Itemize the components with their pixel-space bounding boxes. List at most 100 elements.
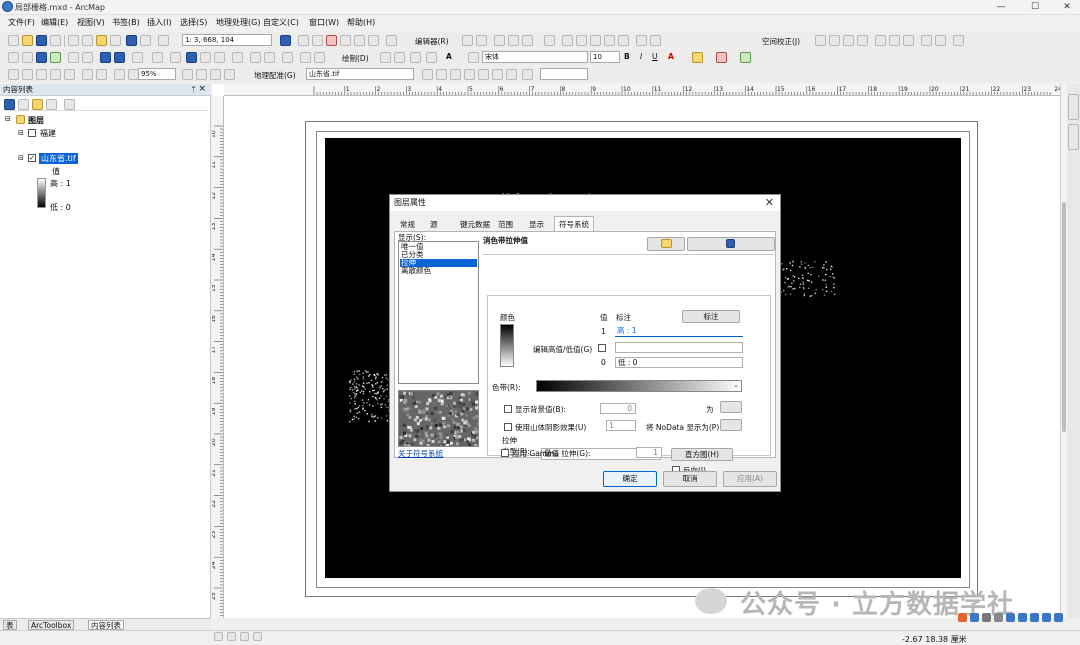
layer1-name[interactable]: 福建: [40, 128, 56, 139]
toc-close-icon[interactable]: ×: [198, 84, 206, 94]
nodata-color-picker[interactable]: [720, 419, 742, 431]
tab-table[interactable]: 表: [3, 620, 17, 630]
html-popup-icon[interactable]: [214, 52, 225, 63]
background-value-input[interactable]: 0: [600, 403, 636, 414]
layer2-name[interactable]: 山东省.tif: [39, 153, 78, 164]
change-layout-icon[interactable]: [210, 69, 221, 80]
python-icon[interactable]: [340, 35, 351, 46]
pause-draw-icon[interactable]: [253, 632, 262, 641]
layout-pan-icon[interactable]: [36, 69, 47, 80]
trace-icon[interactable]: [508, 35, 519, 46]
catalog-icon[interactable]: [312, 35, 323, 46]
zoom-100-icon[interactable]: [50, 69, 61, 80]
histogram-button[interactable]: 直方图(H): [671, 448, 733, 461]
modify-link-icon[interactable]: [843, 35, 854, 46]
vertical-scrollbar[interactable]: [1060, 84, 1067, 618]
scale-combo[interactable]: 1: 3, 668, 104: [182, 34, 272, 46]
high-label-input[interactable]: 高 : 1: [615, 326, 743, 337]
zoom-out-icon[interactable]: [22, 52, 33, 63]
fixed-zoom-layout-icon[interactable]: [82, 69, 93, 80]
sketch-properties-icon[interactable]: [636, 35, 647, 46]
background-color-picker[interactable]: [720, 401, 742, 413]
expand-layer1-icon[interactable]: ⊟: [18, 129, 24, 137]
tab-toc[interactable]: 内容列表: [88, 620, 124, 630]
clear-selection-icon[interactable]: [152, 52, 163, 63]
menu-help[interactable]: 帮助(H): [347, 17, 375, 28]
limited-adjust-icon[interactable]: [889, 35, 900, 46]
refresh-icon[interactable]: [522, 69, 533, 80]
undo-icon[interactable]: [126, 35, 137, 46]
refresh-view-icon[interactable]: [240, 632, 249, 641]
identity-link-icon[interactable]: [903, 35, 914, 46]
ime-grid-icon[interactable]: [1054, 613, 1063, 622]
create-features-icon[interactable]: [650, 35, 661, 46]
gamma-input[interactable]: 1: [636, 447, 662, 458]
bold-button[interactable]: B: [624, 52, 630, 61]
tab-extent[interactable]: 范围: [498, 219, 513, 230]
edge-match-icon[interactable]: [953, 35, 964, 46]
ime-zh-icon[interactable]: [970, 613, 979, 622]
show-background-checkbox[interactable]: [504, 405, 512, 413]
dialog-close-button[interactable]: ✕: [765, 196, 774, 209]
tab-arctoolbox[interactable]: ArcToolbox: [28, 620, 74, 630]
model-builder-icon[interactable]: [368, 35, 379, 46]
editor-menu[interactable]: 编辑器(R): [415, 36, 449, 47]
list-by-source-icon[interactable]: [18, 99, 29, 110]
cut-polygons-icon[interactable]: [576, 35, 587, 46]
straight-segment-icon[interactable]: [494, 35, 505, 46]
ime-moon-icon[interactable]: [982, 613, 991, 622]
attribute-transfer-icon[interactable]: [921, 35, 932, 46]
previous-extent-icon[interactable]: [114, 69, 125, 80]
menu-selection[interactable]: 选择(S): [180, 17, 207, 28]
measure-icon[interactable]: [232, 52, 243, 63]
minimize-button[interactable]: —: [990, 1, 1012, 13]
zoom-percent-combo[interactable]: 95%: [138, 68, 176, 80]
fixed-zoom-in-icon[interactable]: [68, 52, 79, 63]
tab-display[interactable]: 显示: [529, 219, 544, 230]
stretch-gradient-swatch[interactable]: [500, 324, 514, 367]
help-pointer-icon[interactable]: [386, 35, 397, 46]
fill-color-icon[interactable]: [692, 52, 703, 63]
toc-options-icon[interactable]: [64, 99, 75, 110]
tab-symbology[interactable]: 符号系统: [554, 216, 594, 231]
tab-source[interactable]: 源: [430, 219, 438, 230]
zoom-whole-page-icon[interactable]: [410, 52, 421, 63]
paste-icon[interactable]: [96, 35, 107, 46]
gamma-checkbox[interactable]: [501, 449, 509, 457]
print-icon[interactable]: [50, 35, 61, 46]
font-color-button[interactable]: A: [668, 52, 674, 61]
import-symbology-button[interactable]: [647, 237, 685, 251]
line-color-icon[interactable]: [716, 52, 727, 63]
layout-view-icon[interactable]: [227, 632, 236, 641]
tab-key-metadata[interactable]: 键元数据: [460, 219, 490, 230]
select-features-icon[interactable]: [132, 52, 143, 63]
expand-layer2-icon[interactable]: ⊟: [18, 154, 24, 162]
data-view-icon[interactable]: [214, 632, 223, 641]
menu-edit[interactable]: 编辑(E): [41, 17, 68, 28]
shift-icon[interactable]: [450, 69, 461, 80]
point-icon[interactable]: [522, 35, 533, 46]
new-displacement-link-icon[interactable]: [829, 35, 840, 46]
color-ramp-dropdown[interactable]: [536, 380, 742, 392]
renderer-discrete-color[interactable]: 离散颜色: [400, 267, 477, 275]
maximize-button[interactable]: ☐: [1024, 1, 1046, 13]
color-ramp-chevron-icon[interactable]: ⌄: [733, 381, 739, 389]
edit-annotation-icon[interactable]: [476, 35, 487, 46]
zoom-in-icon[interactable]: [8, 52, 19, 63]
save-icon[interactable]: [36, 35, 47, 46]
fixed-zoom-out-layout-icon[interactable]: [96, 69, 107, 80]
menu-bookmarks[interactable]: 书签(B): [112, 17, 140, 28]
layout-zoom-in-icon[interactable]: [8, 69, 19, 80]
hyperlink-icon[interactable]: [200, 52, 211, 63]
ime-punct-icon[interactable]: [994, 613, 1003, 622]
focus-data-frame-icon[interactable]: [196, 69, 207, 80]
layer1-checkbox[interactable]: [28, 129, 36, 137]
search-dock-tab[interactable]: [1068, 124, 1079, 150]
about-symbology-link[interactable]: 关于符号系统: [398, 448, 443, 459]
attributes-icon[interactable]: [618, 35, 629, 46]
table-window-icon[interactable]: [298, 35, 309, 46]
ime-mic-icon[interactable]: [1006, 613, 1015, 622]
fixed-zoom-out-icon[interactable]: [82, 52, 93, 63]
edit-vertices-icon[interactable]: [544, 35, 555, 46]
view-link-table-icon[interactable]: [875, 35, 886, 46]
